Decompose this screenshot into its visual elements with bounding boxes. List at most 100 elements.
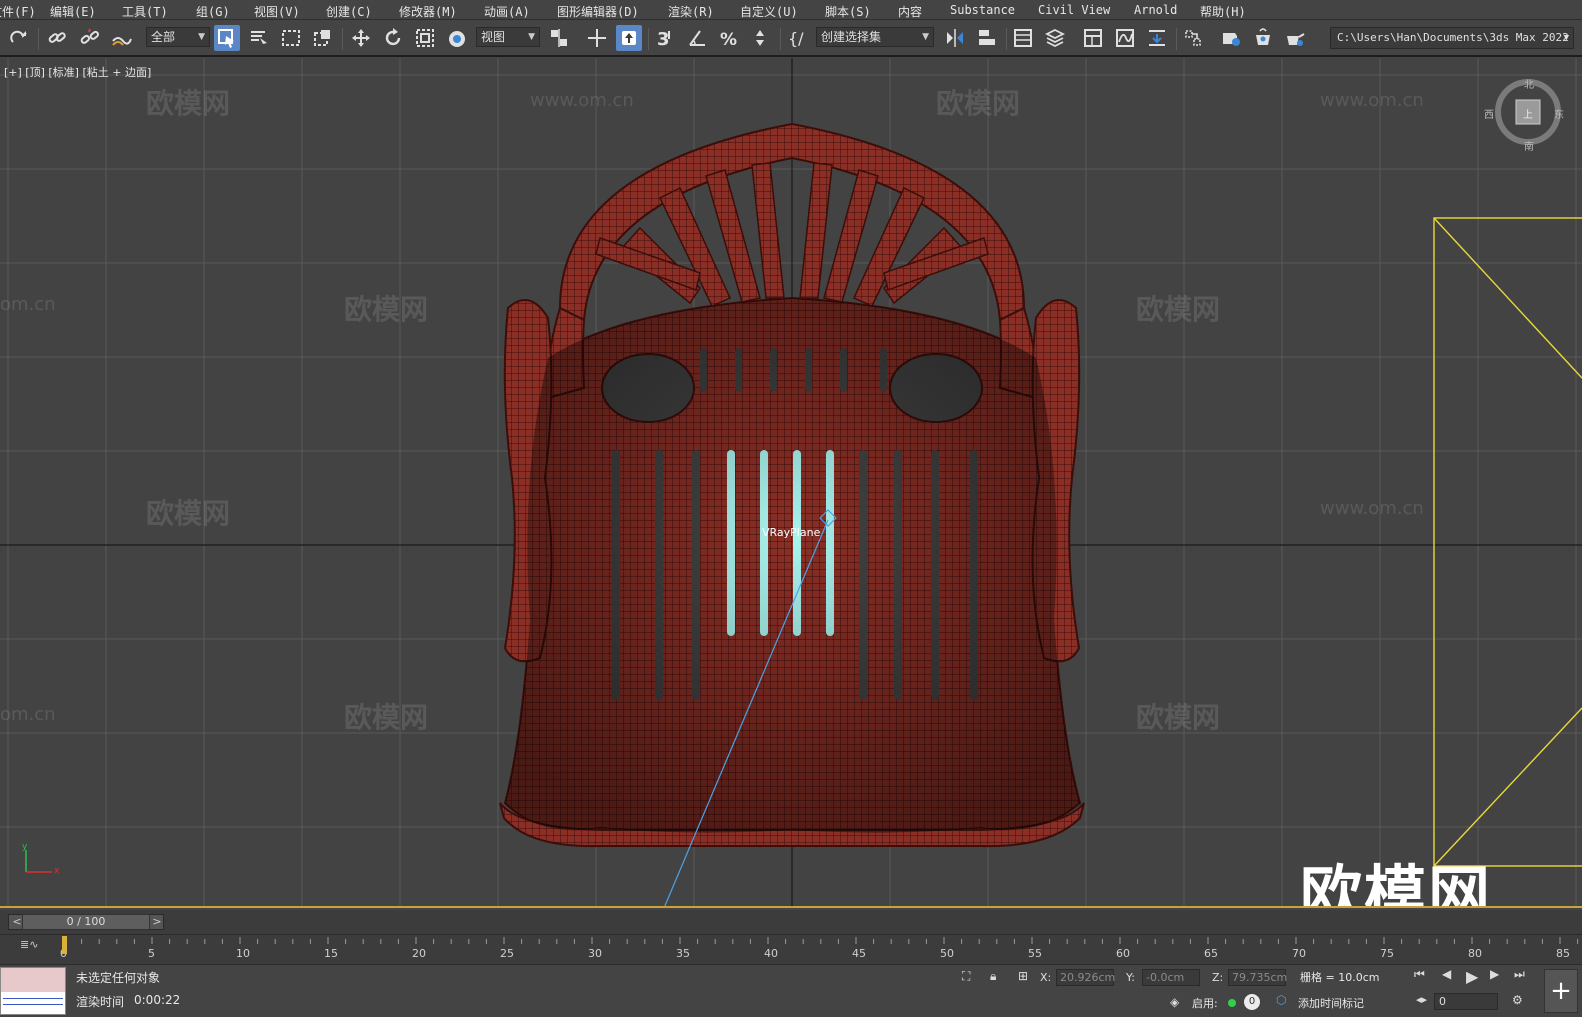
- render-setup-icon[interactable]: [1218, 25, 1244, 51]
- viewport-navigation-plus-button[interactable]: +: [1544, 969, 1578, 1013]
- viewcube-west[interactable]: 西: [1484, 106, 1494, 121]
- selection-lock-icon[interactable]: 🔒︎: [990, 969, 996, 984]
- menu-item[interactable]: 动画(A): [484, 3, 530, 20]
- menu-item[interactable]: 视图(V): [254, 3, 300, 20]
- timeline-tick-label: 40: [764, 947, 778, 960]
- keyboard-shortcut-override-icon[interactable]: [616, 25, 642, 51]
- menu-item[interactable]: 图形编辑器(D): [557, 3, 639, 20]
- time-tag-icon[interactable]: ⬡: [1276, 993, 1286, 1007]
- viewcube-north[interactable]: 北: [1524, 76, 1534, 91]
- menu-item[interactable]: 自定义(U): [740, 3, 798, 20]
- go-to-end-icon[interactable]: ⏭︎: [1514, 967, 1525, 982]
- previous-key-icon[interactable]: ◀︎: [1442, 967, 1451, 981]
- watermark: 欧模网: [146, 497, 231, 530]
- z-coord-field[interactable]: 79.735cm: [1228, 969, 1287, 986]
- vray-plane-label: VRayPlane: [762, 526, 821, 539]
- viewcube[interactable]: 北 南 东 西 上: [1484, 76, 1564, 153]
- place-object-icon[interactable]: [444, 25, 470, 51]
- rotate-icon[interactable]: [380, 25, 406, 51]
- menu-item[interactable]: Civil View: [1038, 3, 1110, 17]
- spinner-snap-icon[interactable]: [748, 25, 774, 51]
- render-production-icon[interactable]: [1282, 25, 1308, 51]
- isolate-selection-icon[interactable]: ⛶: [962, 969, 970, 984]
- layer-explorer-icon[interactable]: [1042, 25, 1068, 51]
- z-coord-label: Z:: [1212, 971, 1224, 984]
- link-icon[interactable]: [44, 25, 70, 51]
- render-time-label: 渲染时间: [76, 995, 125, 1009]
- absolute-mode-icon[interactable]: ⊞: [1018, 969, 1028, 983]
- snap-toggle-icon[interactable]: 3: [652, 25, 678, 51]
- toggle-ribbon-icon[interactable]: [1080, 25, 1106, 51]
- curve-editor-icon[interactable]: [1112, 25, 1138, 51]
- unlink-icon[interactable]: [76, 25, 102, 51]
- material-editor-icon[interactable]: [1180, 25, 1206, 51]
- timeline-tick-label: 65: [1204, 947, 1218, 960]
- time-slider[interactable]: < 0 / 100 >: [0, 910, 1582, 934]
- menu-item[interactable]: 组(G): [196, 3, 230, 20]
- add-time-tag-button[interactable]: 添加时间标记: [1298, 995, 1364, 1011]
- y-coord-field[interactable]: -0.0cm: [1142, 969, 1200, 986]
- viewcube-south[interactable]: 南: [1524, 138, 1534, 153]
- timeline-tick-label: 15: [324, 947, 338, 960]
- align-icon[interactable]: [974, 25, 1000, 51]
- timeline-tick-label: 50: [940, 947, 954, 960]
- adaptive-degradation-icon[interactable]: ◈: [1170, 995, 1179, 1009]
- menu-item[interactable]: 脚本(S): [825, 3, 871, 20]
- redo-icon[interactable]: [6, 25, 32, 51]
- time-slider-thumb[interactable]: 0 / 100: [22, 914, 150, 930]
- menu-item[interactable]: 编辑(E): [50, 3, 96, 20]
- viewcube-top-face[interactable]: 上: [1523, 106, 1533, 121]
- viewcube-east[interactable]: 东: [1554, 106, 1564, 121]
- next-key-icon[interactable]: ▶︎: [1490, 967, 1499, 981]
- top-viewport[interactable]: [+] [顶] [标准] [粘土 + 边面] 欧模网 www.om.cn 欧模网…: [0, 58, 1582, 908]
- scale-icon[interactable]: [412, 25, 438, 51]
- move-icon[interactable]: [348, 25, 374, 51]
- schematic-view-icon[interactable]: [1144, 25, 1170, 51]
- project-path-field[interactable]: C:\Users\Han\Documents\3ds Max 2022 ▼: [1330, 27, 1574, 49]
- window-crossing-icon[interactable]: [310, 25, 336, 51]
- selection-filter-dropdown[interactable]: 全部 ▼: [146, 27, 210, 47]
- menu-item[interactable]: 创建(C): [326, 3, 372, 20]
- key-mode-icon[interactable]: ◂▸: [1416, 993, 1427, 1006]
- menu-item[interactable]: 修改器(M): [399, 3, 457, 20]
- select-manipulate-icon[interactable]: [584, 25, 610, 51]
- pivot-center-icon[interactable]: [546, 25, 572, 51]
- select-object-icon[interactable]: [214, 25, 240, 51]
- angle-snap-icon[interactable]: [684, 25, 710, 51]
- menu-item[interactable]: 文件(F): [0, 3, 36, 20]
- viewport-canvas[interactable]: [0, 58, 1582, 908]
- edit-named-selection-icon[interactable]: {/: [784, 25, 810, 51]
- select-by-name-icon[interactable]: [246, 25, 272, 51]
- time-config-icon[interactable]: ⚙︎: [1512, 993, 1523, 1007]
- bind-spacewarp-icon[interactable]: [108, 25, 134, 51]
- play-icon[interactable]: ▶︎: [1466, 967, 1478, 986]
- x-coord-field[interactable]: 20.926cm: [1056, 969, 1115, 986]
- maxscript-mini-listener[interactable]: [0, 967, 66, 1015]
- go-to-start-icon[interactable]: ⏮︎: [1414, 967, 1425, 982]
- menu-item[interactable]: Substance: [950, 3, 1015, 17]
- svg-text:3: 3: [657, 29, 670, 49]
- timeline-tick-label: 30: [588, 947, 602, 960]
- watermark-url: www.om.cn: [530, 90, 634, 111]
- timeline-cursor: [62, 936, 67, 954]
- watermark-url: www.om.cn: [1320, 498, 1424, 519]
- percent-snap-icon[interactable]: %: [716, 25, 742, 51]
- timeline-tick-label: 25: [500, 947, 514, 960]
- watermark: 欧模网: [146, 87, 231, 120]
- menu-item[interactable]: 渲染(R): [668, 3, 714, 20]
- menu-item[interactable]: 工具(T): [122, 3, 168, 20]
- viewport-label-menu[interactable]: [+] [顶] [标准] [粘土 + 边面]: [4, 64, 151, 80]
- reference-coord-dropdown[interactable]: 视图 ▼: [476, 27, 540, 47]
- named-selection-dropdown[interactable]: 创建选择集 ▼: [816, 27, 934, 47]
- current-frame-field[interactable]: 0: [1434, 993, 1498, 1010]
- rect-selection-icon[interactable]: [278, 25, 304, 51]
- next-frame-icon[interactable]: >: [150, 915, 164, 929]
- scene-explorer-icon[interactable]: [1010, 25, 1036, 51]
- menu-item[interactable]: 内容: [898, 3, 922, 20]
- rendered-frame-window-icon[interactable]: [1250, 25, 1276, 51]
- track-bar[interactable]: ≣∿ 0510152025303540455055606570758085: [0, 934, 1582, 964]
- menu-item[interactable]: 帮助(H): [1200, 3, 1246, 20]
- mirror-icon[interactable]: [942, 25, 968, 51]
- timeline-tick-label: 5: [148, 947, 155, 960]
- menu-item[interactable]: Arnold: [1134, 3, 1177, 17]
